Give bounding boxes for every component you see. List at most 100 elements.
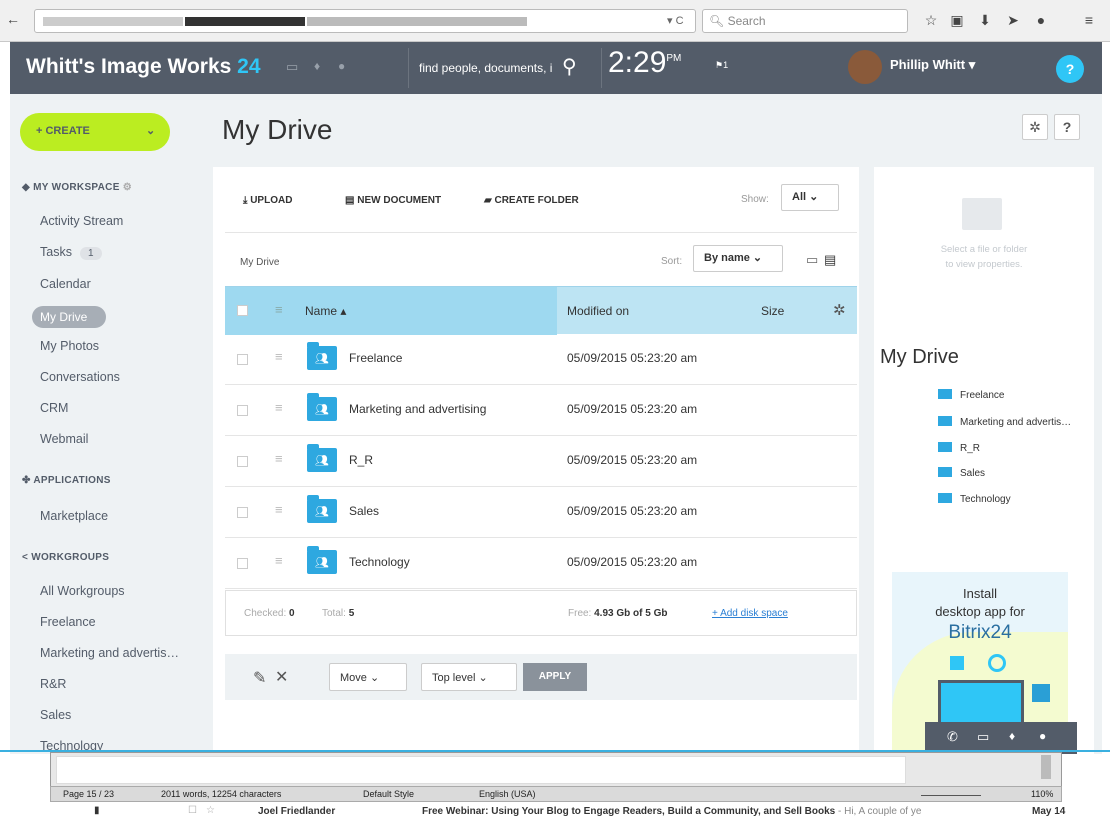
level-select[interactable]: Top level ⌄ <box>421 663 517 691</box>
page-style[interactable]: Default Style <box>363 789 414 799</box>
file-name[interactable]: Freelance <box>349 351 402 365</box>
nav-marketplace[interactable]: Marketplace <box>40 509 108 523</box>
tree-folder[interactable]: Sales <box>938 467 985 479</box>
row-checkbox[interactable] <box>237 456 248 467</box>
row-checkbox[interactable] <box>237 507 248 518</box>
file-name[interactable]: Marketing and advertising <box>349 402 486 416</box>
file-name[interactable]: Sales <box>349 504 379 518</box>
tree-folder[interactable]: Marketing and advertis… <box>938 416 1071 428</box>
apply-button[interactable]: APPLY <box>523 663 587 691</box>
move-select[interactable]: Move ⌄ <box>329 663 407 691</box>
clipboard-icon[interactable]: ▣ <box>948 12 966 29</box>
breadcrumb[interactable]: My Drive <box>240 257 279 268</box>
menu-icon[interactable]: ≡ <box>275 502 283 517</box>
settings-icon[interactable]: ✲ <box>1022 114 1048 140</box>
create-folder-button[interactable]: ▰ CREATE FOLDER <box>484 195 579 206</box>
user-menu[interactable]: Phillip Whitt ▾ <box>890 57 975 73</box>
zoom-slider[interactable] <box>921 795 981 796</box>
help-button[interactable]: ? <box>1056 55 1084 83</box>
nav-tasks[interactable]: Tasks 1 <box>40 245 102 260</box>
menu-icon[interactable]: ≡ <box>275 553 283 568</box>
mail-row[interactable]: ▮ ☐ ☆ Joel Friedlander Free Webinar: Usi… <box>0 802 1110 822</box>
zoom-level[interactable]: 110% <box>1031 789 1053 799</box>
new-document-button[interactable]: ▤ NEW DOCUMENT <box>345 195 441 206</box>
nav-all-workgroups[interactable]: All Workgroups <box>40 584 125 598</box>
org-logo[interactable]: Whitt's Image Works 24 <box>26 55 261 79</box>
menu-icon[interactable]: ≡ <box>275 302 283 317</box>
menu-icon[interactable]: ≡ <box>275 451 283 466</box>
table-row[interactable]: ≡ 👥︎ Sales 05/09/2015 05:23:20 am <box>225 487 857 538</box>
reload-icon[interactable]: ▾ C <box>667 14 684 27</box>
settings-icon[interactable]: ✲ <box>833 301 846 319</box>
settings-icon[interactable]: ⚙ <box>123 182 132 193</box>
menu-icon[interactable]: ≡ <box>275 349 283 364</box>
table-row[interactable]: ≡ 👥︎ Freelance 05/09/2015 05:23:20 am <box>225 334 857 385</box>
nav-my-photos[interactable]: My Photos <box>40 339 99 353</box>
help-icon[interactable]: ? <box>1054 114 1080 140</box>
browser-search-input[interactable]: 🔍︎ Search <box>702 9 908 33</box>
chat-icon[interactable]: ▭ <box>286 59 298 75</box>
send-icon[interactable]: ➤ <box>1004 12 1022 29</box>
cloud-icon[interactable]: ● <box>338 59 345 73</box>
file-name[interactable]: R_R <box>349 453 373 467</box>
nav-group-marketing[interactable]: Marketing and advertis… <box>40 646 179 660</box>
checkbox[interactable]: ☐ <box>188 805 197 816</box>
back-icon[interactable]: ← <box>6 11 20 27</box>
url-bar[interactable]: ▾ C <box>34 9 696 33</box>
nav-webmail[interactable]: Webmail <box>40 432 88 446</box>
document-page[interactable] <box>56 756 906 784</box>
tree-folder[interactable]: Freelance <box>938 389 1004 401</box>
select-all-checkbox[interactable] <box>237 305 248 316</box>
table-row[interactable]: ≡ 👥︎ Marketing and advertising 05/09/2015 0… <box>225 385 857 436</box>
menu-icon[interactable]: ≡ <box>1080 12 1098 28</box>
avatar[interactable] <box>848 50 882 84</box>
page-count[interactable]: Page 15 / 23 <box>63 789 114 799</box>
row-checkbox[interactable] <box>237 405 248 416</box>
nav-conversations[interactable]: Conversations <box>40 370 120 384</box>
word-count[interactable]: 2011 words, 12254 characters <box>161 789 281 799</box>
nav-group-freelance[interactable]: Freelance <box>40 615 96 629</box>
show-filter-select[interactable]: All ⌄ <box>781 184 839 211</box>
download-icon[interactable]: ⬇ <box>976 12 994 29</box>
workspace-heading[interactable]: ◆ MY WORKSPACE ⚙ <box>22 182 132 193</box>
language[interactable]: English (USA) <box>479 789 536 799</box>
nav-group-rr[interactable]: R&R <box>40 677 66 691</box>
flag-icon[interactable]: ⚑1 <box>715 60 728 71</box>
tree-folder[interactable]: Technology <box>938 493 1011 505</box>
list-view-icon[interactable]: ▭ <box>806 252 818 268</box>
star-icon[interactable]: ☆ <box>206 805 215 816</box>
tree-folder[interactable]: R_R <box>938 442 980 454</box>
phone-icon[interactable]: ✆ <box>947 729 958 745</box>
bookmark-star-icon[interactable]: ☆ <box>922 12 940 29</box>
add-disk-space-link[interactable]: + Add disk space <box>712 608 788 619</box>
cloud-icon[interactable]: ● <box>1039 729 1046 743</box>
chat-icon[interactable]: ▭ <box>977 729 989 745</box>
create-button[interactable]: + CREATE ⌄ <box>20 113 170 151</box>
nav-group-sales[interactable]: Sales <box>40 708 71 722</box>
column-size[interactable]: Size <box>761 304 784 318</box>
tile-view-icon[interactable]: ▤ <box>824 252 836 268</box>
row-checkbox[interactable] <box>237 354 248 365</box>
sort-select[interactable]: By name ⌄ <box>693 245 783 272</box>
applications-heading[interactable]: ✤ APPLICATIONS <box>22 475 111 486</box>
nav-crm[interactable]: CRM <box>40 401 68 415</box>
nav-calendar[interactable]: Calendar <box>40 277 91 291</box>
edit-icon[interactable]: ✎ <box>253 668 266 688</box>
scrollbar[interactable] <box>1041 755 1051 779</box>
table-row[interactable]: ≡ 👥︎ Technology 05/09/2015 05:23:20 am <box>225 538 857 589</box>
clock[interactable]: 2:29PM <box>608 46 681 80</box>
column-modified[interactable]: Modified on <box>567 304 629 318</box>
bell-icon[interactable]: ♦ <box>314 59 320 73</box>
nav-my-drive[interactable]: My Drive <box>32 306 106 328</box>
row-checkbox[interactable] <box>237 558 248 569</box>
column-name[interactable]: Name ▴ <box>305 304 346 318</box>
menu-icon[interactable]: ≡ <box>275 400 283 415</box>
file-name[interactable]: Technology <box>349 555 410 569</box>
workgroups-heading[interactable]: < WORKGROUPS <box>22 552 109 563</box>
chat-icon[interactable]: ● <box>1032 12 1050 28</box>
upload-button[interactable]: ⤓ UPLOAD <box>243 195 292 206</box>
bell-icon[interactable]: ♦ <box>1009 729 1015 743</box>
nav-activity-stream[interactable]: Activity Stream <box>40 214 123 228</box>
search-icon[interactable]: ⚲ <box>562 54 577 79</box>
close-icon[interactable]: ✕ <box>275 667 288 687</box>
